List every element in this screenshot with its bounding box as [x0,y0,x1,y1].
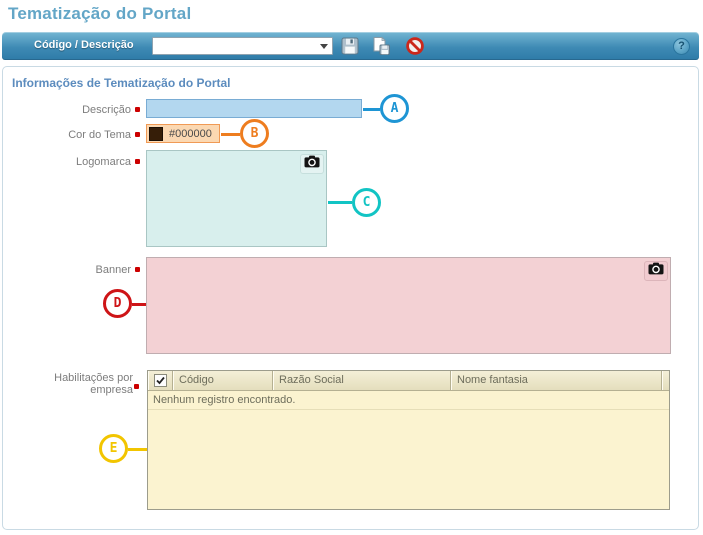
help-icon[interactable]: ? [673,38,690,55]
section-title: Informações de Tematização do Portal [12,76,231,90]
filter-label: Código / Descrição [34,39,134,51]
empresas-grid: Código Razão Social Nome fantasia Nenhum… [147,370,670,510]
theme-color-picker[interactable]: #000000 [146,124,220,143]
grid-header: Código Razão Social Nome fantasia [148,371,669,391]
grid-header-filler [662,371,669,390]
annotation-c-connector [328,201,352,204]
portal-theming-screen: Tematização do Portal Código / Descrição [0,0,703,535]
toolbar: Código / Descrição [2,32,699,60]
annotation-e-connector [128,448,147,451]
annotation-b-connector [221,133,240,136]
annotation-a-badge: A [380,94,409,123]
required-marker [135,132,140,137]
annotation-d-badge: D [103,289,132,318]
page-title: Tematização do Portal [8,4,191,24]
code-description-combobox[interactable] [152,37,333,55]
grid-header-checkbox-cell [148,371,173,390]
habilitacoes-label: Habilitações por empresa [30,372,133,396]
grid-empty-message: Nenhum registro encontrado. [148,391,669,410]
required-marker [135,159,140,164]
banner-camera-button[interactable] [644,261,668,281]
color-swatch[interactable] [149,127,163,141]
banner-upload-area[interactable] [146,257,671,354]
grid-header-codigo: Código [173,371,273,390]
color-value: #000000 [169,128,212,140]
banner-label: Banner [30,264,131,276]
cancel-icon[interactable] [405,36,425,56]
grid-header-nome-fantasia: Nome fantasia [451,371,662,390]
annotation-a-connector [363,108,380,111]
save-icon[interactable] [340,36,360,56]
logomarca-label: Logomarca [30,156,131,168]
descricao-label: Descrição [30,104,131,116]
annotation-d-connector [132,303,146,306]
logomarca-camera-button[interactable] [300,154,324,174]
required-marker [135,267,140,272]
annotation-c-badge: C [352,188,381,217]
descricao-input[interactable] [146,99,362,118]
camera-icon [648,262,664,280]
cor-tema-label: Cor do Tema [30,129,131,141]
required-marker [135,107,140,112]
annotation-e-badge: E [99,434,128,463]
combo-dropdown-arrow-icon[interactable] [320,44,328,49]
required-marker [134,384,139,389]
grid-header-razao-social: Razão Social [273,371,451,390]
camera-icon [304,155,320,173]
select-all-checkbox[interactable] [154,374,167,387]
annotation-b-badge: B [240,119,269,148]
save-and-new-icon[interactable] [371,36,391,56]
